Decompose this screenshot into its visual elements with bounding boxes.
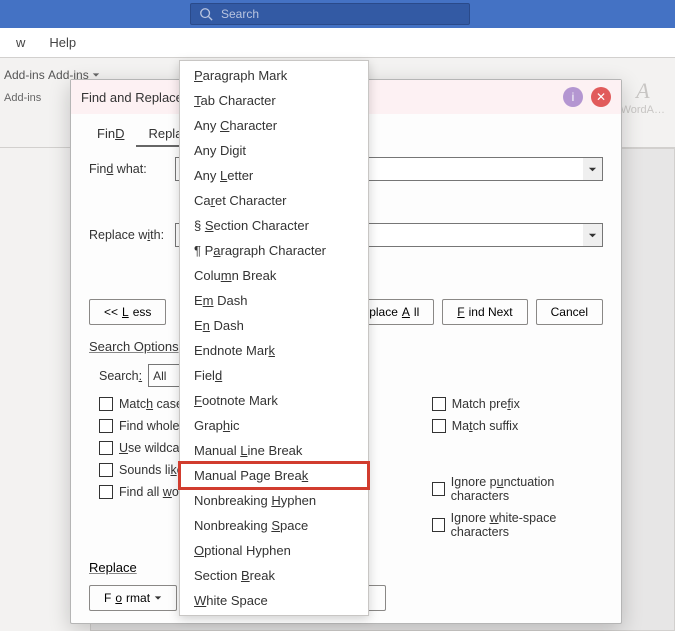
special-menu-item[interactable]: Optional Hyphen bbox=[180, 538, 368, 563]
ribbon-tab-help[interactable]: Help bbox=[49, 35, 76, 50]
special-menu-item[interactable]: Nonbreaking Space bbox=[180, 513, 368, 538]
ribbon-tab-view[interactable]: w bbox=[16, 35, 25, 50]
close-button[interactable]: ✕ bbox=[591, 87, 611, 107]
special-menu-item[interactable]: Nonbreaking Hyphen bbox=[180, 488, 368, 513]
special-menu-item[interactable]: Field bbox=[180, 363, 368, 388]
special-menu-item[interactable]: Footnote Mark bbox=[180, 388, 368, 413]
ignore-whitespace-checkbox[interactable]: Ignore white-space characters bbox=[432, 511, 603, 539]
special-menu-item[interactable]: Any Letter bbox=[180, 163, 368, 188]
special-menu-item[interactable]: En Dash bbox=[180, 313, 368, 338]
get-addins-button[interactable]: Add-ins bbox=[4, 68, 45, 82]
special-menu-item[interactable]: Endnote Mark bbox=[180, 338, 368, 363]
special-menu-item[interactable]: Tab Character bbox=[180, 88, 368, 113]
ribbon-tabs: w Help bbox=[0, 28, 675, 58]
search-icon bbox=[199, 7, 213, 21]
cancel-button[interactable]: Cancel bbox=[536, 299, 603, 325]
special-menu-item[interactable]: ¶ Paragraph Character bbox=[180, 238, 368, 263]
special-menu-item[interactable]: Paragraph Mark bbox=[180, 63, 368, 88]
format-button[interactable]: Format bbox=[89, 585, 177, 611]
special-menu-item[interactable]: Em Dash bbox=[180, 288, 368, 313]
chevron-down-icon bbox=[588, 231, 597, 240]
special-menu-item[interactable]: Any Digit bbox=[180, 138, 368, 163]
find-next-button[interactable]: Find Next bbox=[442, 299, 527, 325]
chevron-down-icon bbox=[154, 594, 162, 602]
special-menu-item[interactable]: White Space bbox=[180, 588, 368, 613]
find-what-dropdown[interactable] bbox=[583, 157, 603, 181]
match-suffix-checkbox[interactable]: Match suffix bbox=[432, 419, 603, 433]
search-direction-label: Search: bbox=[99, 369, 142, 383]
title-bar: Search bbox=[0, 0, 675, 28]
ignore-punctuation-checkbox[interactable]: Ignore punctuation characters bbox=[432, 475, 603, 503]
info-button[interactable]: i bbox=[563, 87, 583, 107]
chevron-down-icon bbox=[92, 71, 100, 79]
search-placeholder: Search bbox=[221, 7, 259, 21]
replace-with-dropdown[interactable] bbox=[583, 223, 603, 247]
find-what-label: Find what: bbox=[89, 162, 175, 176]
special-menu-item[interactable]: Manual Line Break bbox=[180, 438, 368, 463]
special-menu-item[interactable]: Caret Character bbox=[180, 188, 368, 213]
match-prefix-checkbox[interactable]: Match prefix bbox=[432, 397, 603, 411]
special-menu-item[interactable]: Graphic bbox=[180, 413, 368, 438]
special-menu-item[interactable]: § Section Character bbox=[180, 213, 368, 238]
chevron-down-icon bbox=[588, 165, 597, 174]
replace-with-label: Replace with: bbox=[89, 228, 175, 242]
special-menu: Paragraph MarkTab CharacterAny Character… bbox=[179, 60, 369, 616]
special-menu-item[interactable]: Any Character bbox=[180, 113, 368, 138]
special-menu-item[interactable]: Column Break bbox=[180, 263, 368, 288]
special-menu-item[interactable]: Manual Page Break bbox=[180, 463, 368, 488]
tab-find[interactable]: FinD bbox=[85, 122, 136, 147]
less-button[interactable]: << Less bbox=[89, 299, 166, 325]
search-box[interactable]: Search bbox=[190, 3, 470, 25]
special-menu-item[interactable]: Section Break bbox=[180, 563, 368, 588]
wordart-button[interactable]: A WordA… bbox=[621, 78, 665, 116]
